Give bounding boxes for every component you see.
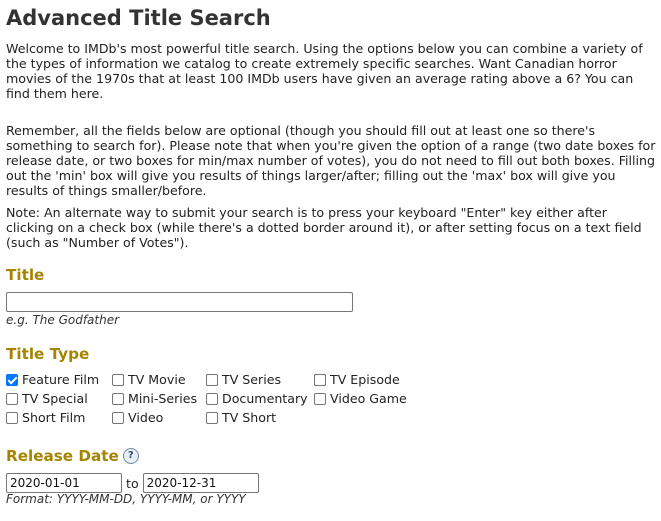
title-type-feature-film[interactable]: Feature Film [6, 372, 99, 388]
title-type-short-film[interactable]: Short Film [6, 410, 85, 426]
release-date-max-input[interactable] [142, 473, 259, 493]
title-type-heading: Title Type [6, 345, 90, 363]
tv-special-label: TV Special [22, 391, 88, 406]
page-title: Advanced Title Search [6, 6, 271, 30]
video-label: Video [128, 410, 164, 425]
note-paragraph: Note: An alternate way to submit your se… [6, 205, 642, 250]
intro-paragraph: Welcome to IMDb's most powerful title se… [6, 41, 643, 101]
title-type-mini-series[interactable]: Mini-Series [112, 391, 197, 407]
tv-episode-checkbox[interactable] [314, 374, 326, 386]
tv-series-label: TV Series [222, 372, 282, 387]
mini-series-label: Mini-Series [128, 391, 198, 406]
tv-series-checkbox[interactable] [206, 374, 218, 386]
tv-short-label: TV Short [222, 410, 277, 425]
release-date-heading-text: Release Date [6, 447, 119, 465]
title-type-tv-short[interactable]: TV Short [206, 410, 276, 426]
documentary-label: Documentary [222, 391, 308, 406]
title-type-tv-special[interactable]: TV Special [6, 391, 88, 407]
title-type-video-game[interactable]: Video Game [314, 391, 407, 407]
video-game-checkbox[interactable] [314, 393, 326, 405]
feature-film-label: Feature Film [22, 372, 100, 387]
title-heading: Title [6, 266, 45, 284]
title-input[interactable] [6, 292, 353, 312]
tv-special-checkbox[interactable] [6, 393, 18, 405]
tv-episode-label: TV Episode [330, 372, 400, 387]
release-date-min-input[interactable] [6, 473, 122, 493]
release-date-range: to [6, 473, 259, 493]
title-type-video[interactable]: Video [112, 410, 163, 426]
short-film-checkbox[interactable] [6, 412, 18, 424]
feature-film-checkbox[interactable] [6, 374, 18, 386]
mini-series-checkbox[interactable] [112, 393, 124, 405]
title-example: e.g. The Godfather [6, 313, 120, 327]
tv-movie-checkbox[interactable] [112, 374, 124, 386]
date-range-separator: to [126, 475, 139, 491]
help-icon[interactable]: ? [122, 448, 139, 464]
video-checkbox[interactable] [112, 412, 124, 424]
short-film-label: Short Film [22, 410, 86, 425]
title-type-documentary[interactable]: Documentary [206, 391, 308, 407]
tv-short-checkbox[interactable] [206, 412, 218, 424]
date-format-note: Format: YYYY-MM-DD, YYYY-MM, or YYYY [6, 492, 246, 506]
tv-movie-label: TV Movie [128, 372, 186, 387]
documentary-checkbox[interactable] [206, 393, 218, 405]
title-type-tv-series[interactable]: TV Series [206, 372, 281, 388]
remember-paragraph: Remember, all the fields below are optio… [6, 123, 656, 198]
release-date-heading: Release Date ? [6, 447, 139, 465]
title-type-tv-movie[interactable]: TV Movie [112, 372, 186, 388]
video-game-label: Video Game [330, 391, 407, 406]
advanced-title-search-page: Advanced Title Search Welcome to IMDb's … [6, 0, 658, 506]
title-type-tv-episode[interactable]: TV Episode [314, 372, 400, 388]
